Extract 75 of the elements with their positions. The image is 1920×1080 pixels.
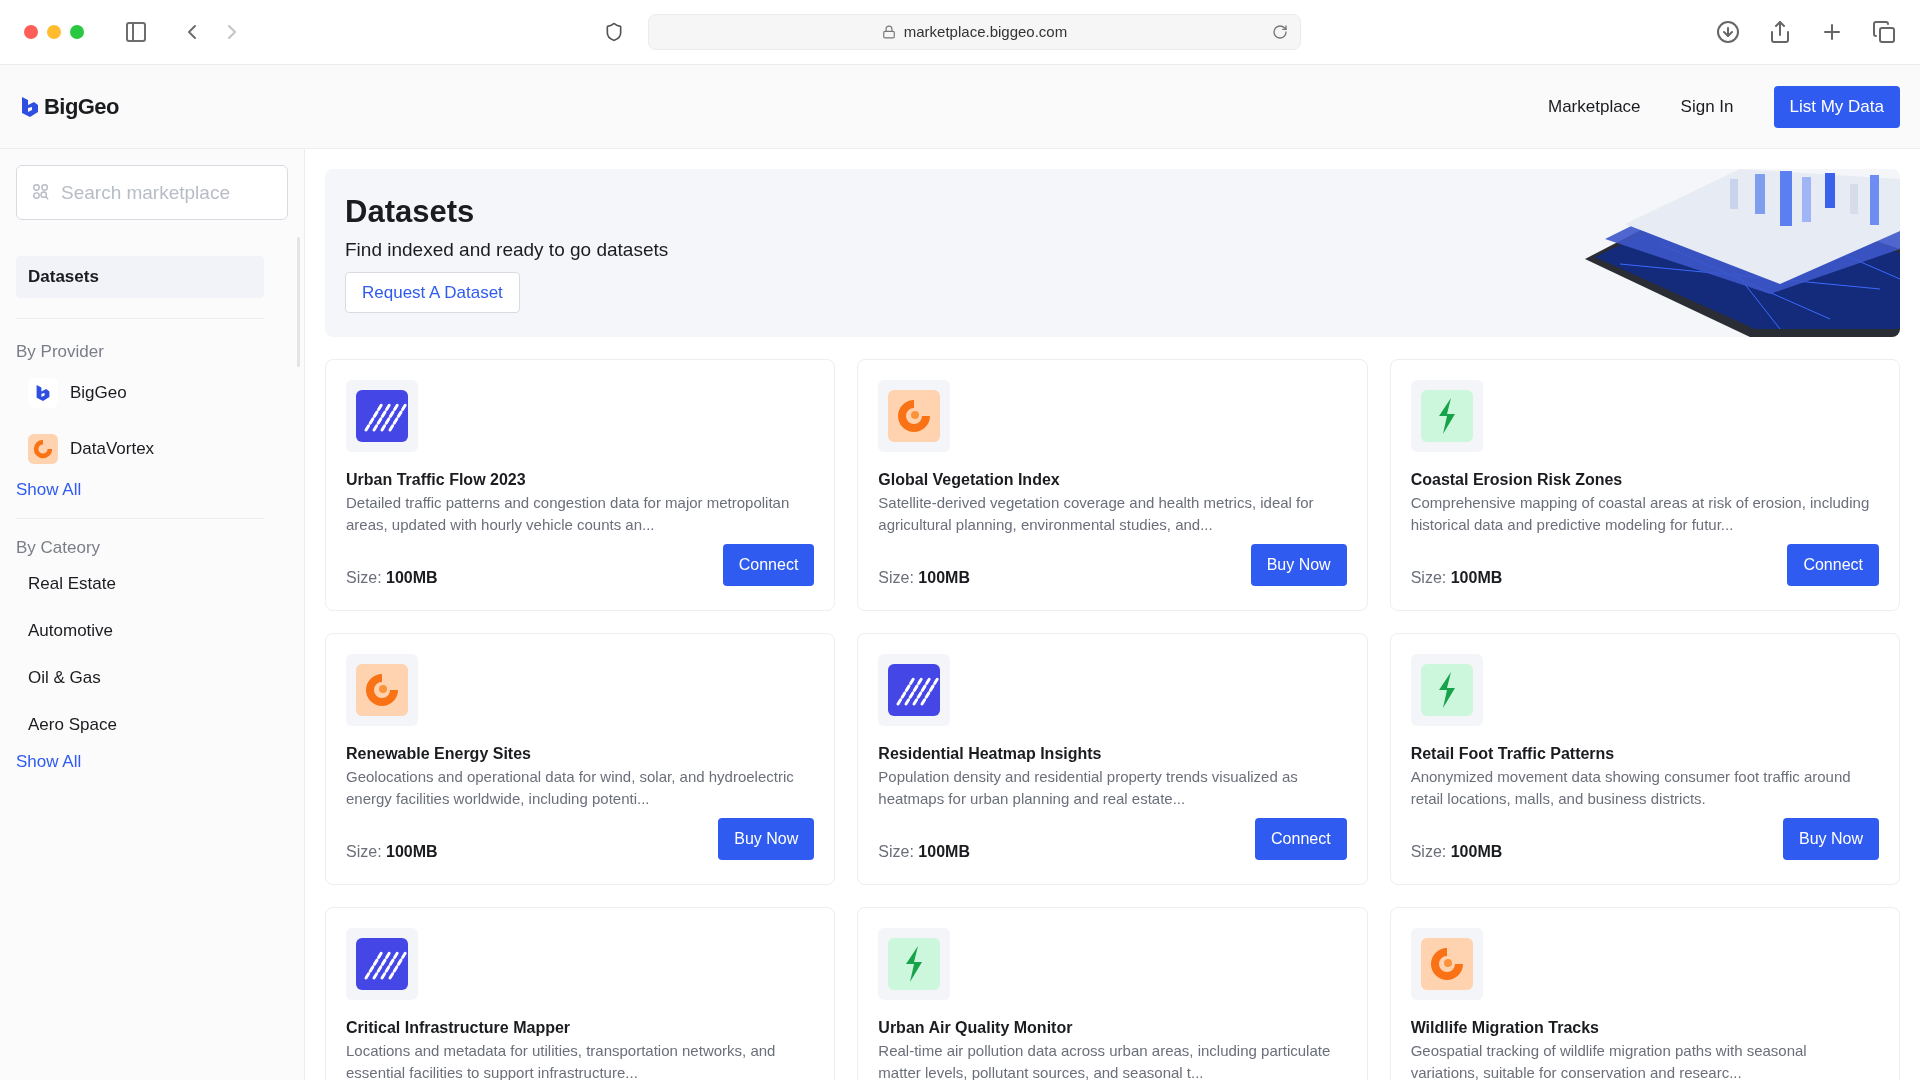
provider-link[interactable]: BigGeo [70, 379, 127, 406]
list-my-data-button[interactable]: List My Data [1773, 85, 1900, 128]
size-label: Size: 100MB [1410, 842, 1503, 862]
dataset-action-button[interactable]: Connect [722, 544, 815, 586]
show-all-link[interactable]: Show All [16, 748, 82, 774]
page-title: Datasets [345, 193, 475, 231]
share-icon[interactable] [1768, 20, 1792, 44]
dataset-action-button[interactable]: Buy Now [1250, 544, 1347, 586]
size-label: Size: 100MB [1410, 568, 1503, 588]
swirl-icon [28, 433, 58, 464]
dataset-title: Coastal Erosion Risk Zones [1410, 470, 1624, 490]
page-subtitle: Find indexed and ready to go datasets [345, 237, 669, 262]
swirl-icon [356, 664, 408, 716]
swirl-icon [888, 390, 941, 442]
dataset-card[interactable]: Coastal Erosion Risk Zones Comprehensive mapping of coastal areas at risk of erosion, including historical data and predictive modeling for futur... Size: 100MB Connect [1389, 359, 1900, 611]
category-link[interactable]: Automotive [16, 607, 264, 655]
lightning-bolt-icon [888, 938, 941, 990]
request-dataset-button[interactable]: Request A Dataset [345, 272, 520, 314]
dataset-description: Geolocations and operational data for wind, solar, and hydroelectric energy facilities worldwide, including potenti... [346, 767, 795, 809]
provider-logo-icon [28, 377, 58, 408]
search-field[interactable]: Search marketplace [16, 165, 288, 220]
nav-link[interactable]: Sign In [1680, 93, 1734, 120]
shield-icon[interactable] [604, 22, 624, 42]
dataset-description: Population density and residential property trends visualized as heatmaps for urban planning and real estate... [878, 767, 1299, 809]
diagonal-stripes-icon [356, 938, 408, 990]
logo-text[interactable]: BigGeo [44, 90, 119, 123]
dataset-card[interactable]: Renewable Energy Sites Geolocations and operational data for wind, solar, and hydroelectric energy facilities worldwide, including potenti... Size: 100MB Buy Now [325, 633, 836, 885]
size-label: Size: 100MB [346, 568, 438, 588]
tabs-overview-icon[interactable] [1872, 20, 1896, 44]
reload-icon[interactable] [1272, 24, 1288, 40]
url-text: marketplace.biggeo.com [903, 21, 1068, 42]
dataset-title: Wildlife Migration Tracks [1410, 1018, 1600, 1038]
dataset-card[interactable]: Residential Heatmap Insights Population density and residential property trends visualized as heatmaps for urban planning and real estate... Size: 100MB Connect [857, 633, 1368, 885]
search-icon [32, 183, 50, 201]
dataset-description: Satellite-derived vegetation coverage and health metrics, ideal for agricultural planning, environmental studies, and... [878, 493, 1315, 535]
sidebar-item[interactable]: Datasets [16, 256, 264, 298]
dataset-title: Retail Foot Traffic Patterns [1410, 744, 1616, 764]
nav-link[interactable]: Marketplace [1547, 93, 1641, 120]
dataset-card[interactable]: Retail Foot Traffic Patterns Anonymized movement data showing consumer foot traffic around retail locations, malls, and business districts. Size: 100MB Buy Now [1389, 633, 1900, 885]
dataset-action-button[interactable]: Connect [1787, 544, 1879, 586]
dataset-action-button[interactable]: Connect [1255, 818, 1347, 860]
diagonal-stripes-icon [888, 664, 941, 716]
dataset-action-button[interactable]: Buy Now [718, 818, 815, 860]
dataset-card[interactable]: Global Vegetation Index Satellite-derived vegetation coverage and health metrics, ideal for agricultural planning, environmental studies, and... Size: 100MB Buy Now [857, 359, 1368, 611]
dataset-description: Anonymized movement data showing consumer foot traffic around retail locations, malls, and business districts. [1410, 767, 1852, 809]
category-link[interactable]: Oil & Gas [16, 654, 264, 702]
dataset-action-button[interactable]: Buy Now [1782, 818, 1879, 860]
category-link[interactable]: Aero Space [16, 701, 264, 749]
dataset-title: Global Vegetation Index [878, 470, 1061, 490]
dataset-card[interactable]: Urban Traffic Flow 2023 Detailed traffic patterns and congestion data for major metropolitan areas, updated with hourly vehicle counts an... Size: 100MB Connect [325, 359, 836, 611]
lightning-bolt-icon [1420, 664, 1473, 716]
section-heading: By Provider [16, 341, 105, 363]
address-bar[interactable]: marketplace.biggeo.com [648, 14, 1301, 50]
swirl-icon [1420, 938, 1473, 990]
dataset-title: Renewable Energy Sites [346, 744, 532, 764]
size-label: Size: 100MB [346, 842, 438, 862]
category-link[interactable]: Real Estate [16, 560, 264, 608]
dataset-title: Urban Air Quality Monitor [878, 1018, 1074, 1038]
provider-link[interactable]: DataVortex [70, 435, 155, 462]
dataset-description: Detailed traffic patterns and congestion data for major metropolitan areas, updated with hourly vehicle counts an... [346, 493, 791, 535]
dataset-card[interactable]: Wildlife Migration Tracks Geospatial tracking of wildlife migration paths with seasonal variations, suitable for conservation and researc... [1389, 907, 1900, 1080]
dataset-description: Comprehensive mapping of coastal areas at risk of erosion, including historical data and predictive modeling for futur... [1410, 493, 1871, 535]
lightning-bolt-icon [1420, 390, 1473, 442]
size-label: Size: 100MB [878, 842, 970, 862]
dataset-title: Critical Infrastructure Mapper [346, 1018, 572, 1038]
download-icon[interactable] [1716, 20, 1740, 44]
lock-icon [881, 25, 896, 39]
dataset-title: Urban Traffic Flow 2023 [346, 470, 527, 490]
show-all-link[interactable]: Show All [16, 476, 82, 502]
diagonal-stripes-icon [356, 390, 408, 442]
dataset-description: Geospatial tracking of wildlife migration paths with seasonal variations, suitable for conservation and researc... [1410, 1041, 1808, 1080]
size-label: Size: 100MB [878, 568, 970, 588]
section-heading: By Cateory [16, 537, 102, 559]
dataset-title: Residential Heatmap Insights [878, 744, 1103, 764]
sidebar-toggle-icon[interactable] [124, 20, 148, 44]
